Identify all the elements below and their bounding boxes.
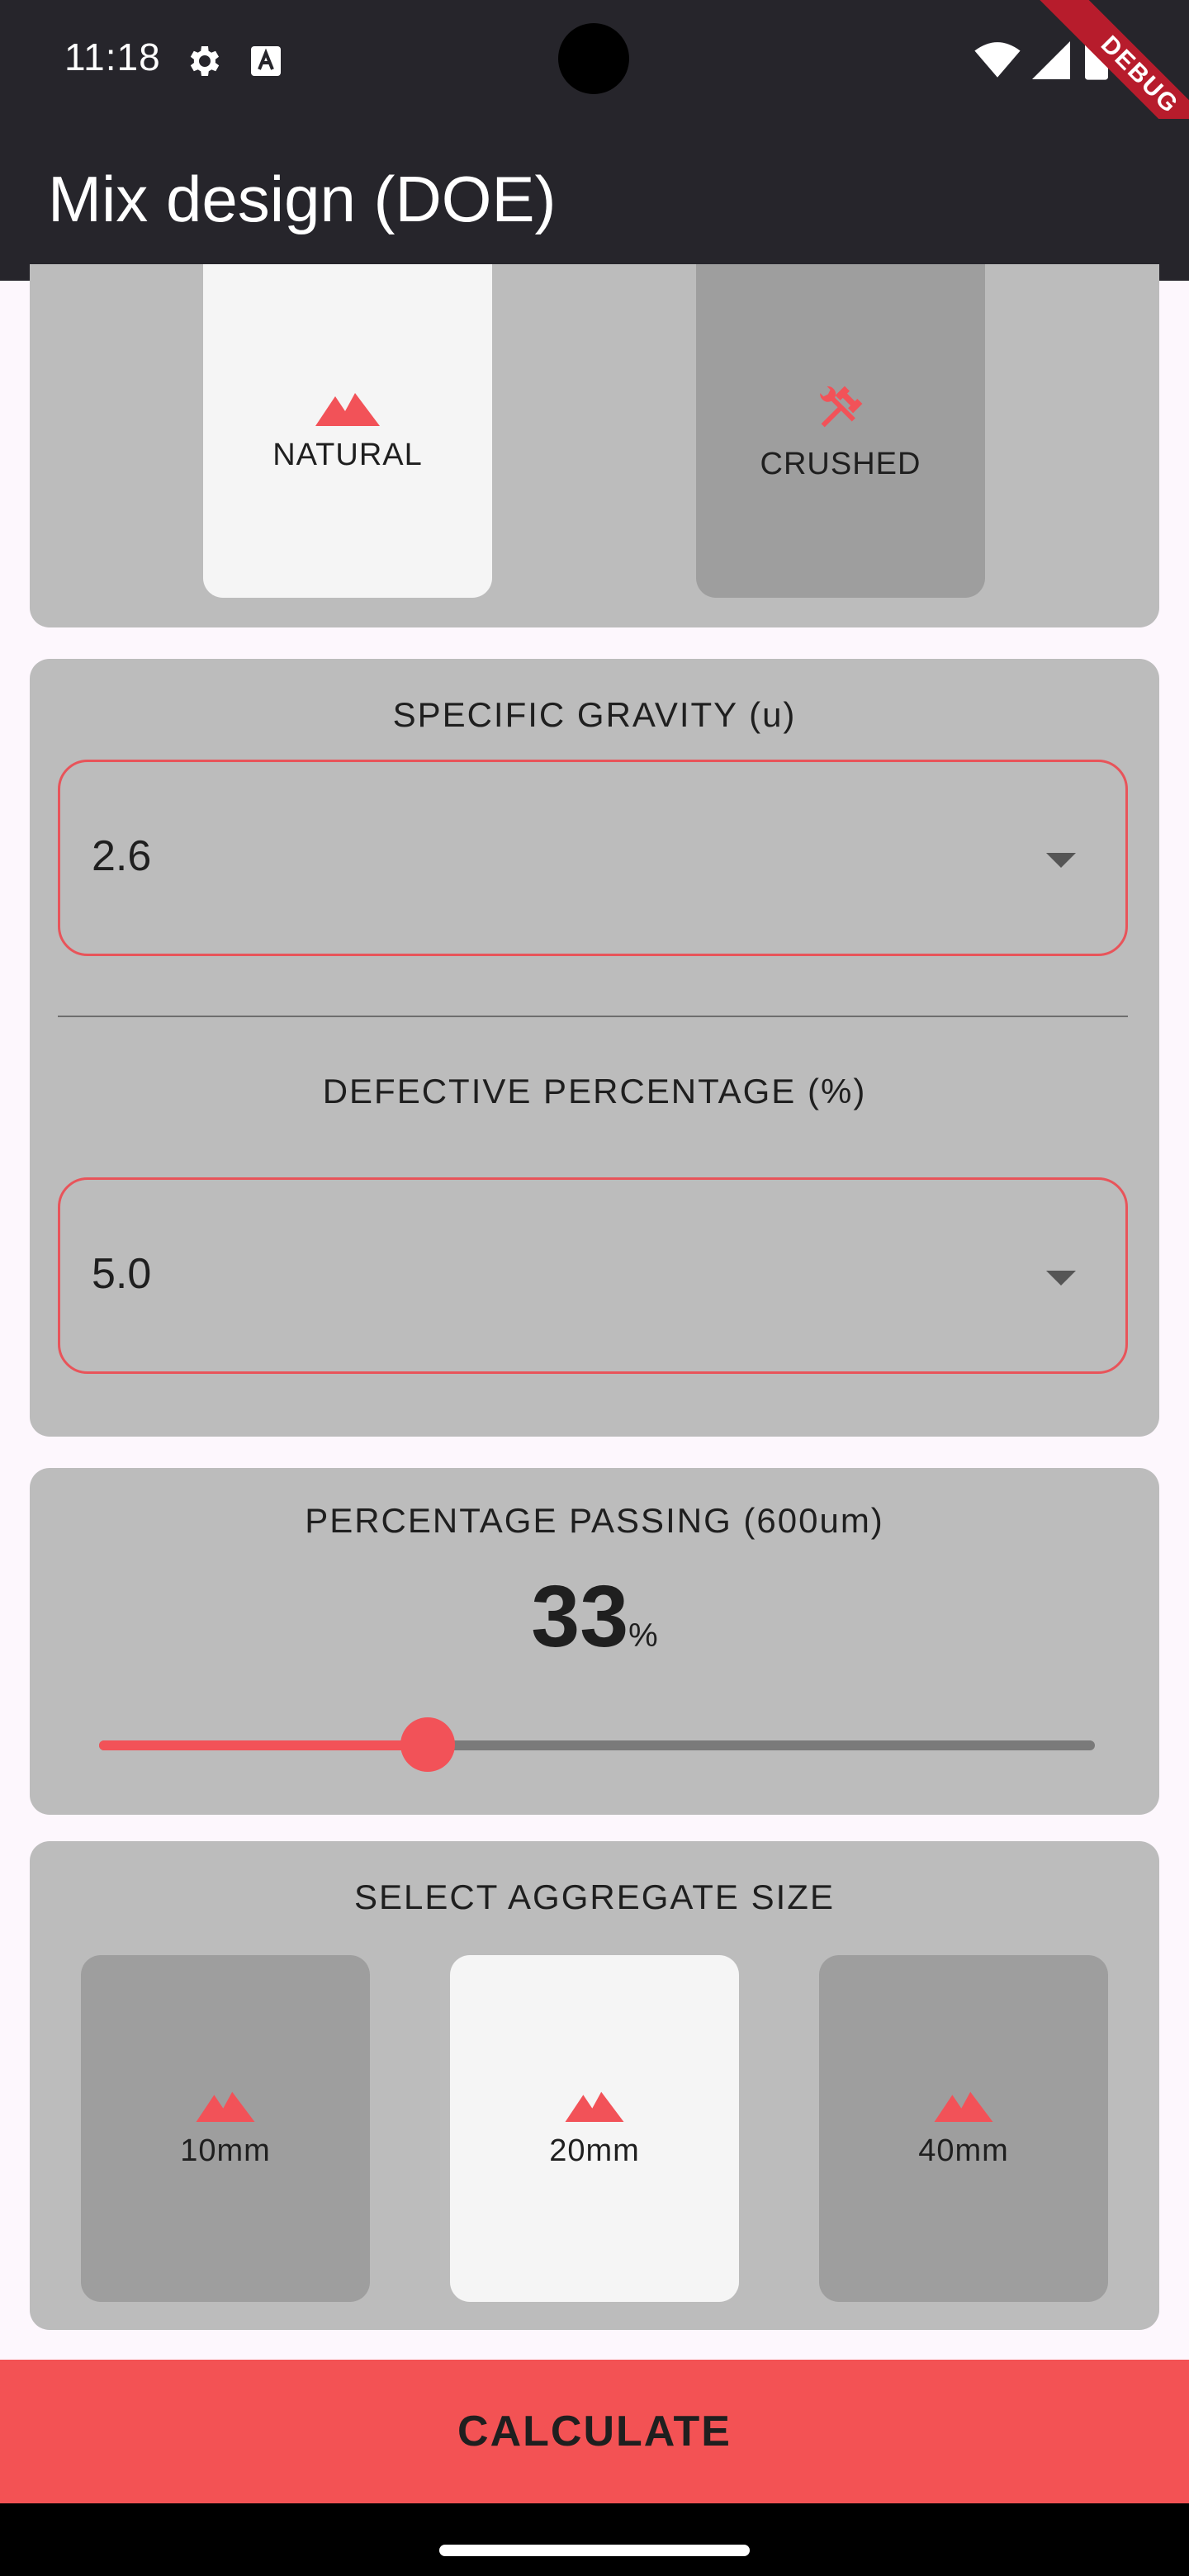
aggregate-type-card: NATURAL CRUSHED: [30, 264, 1159, 627]
defective-percentage-title: DEFECTIVE PERCENTAGE (%): [322, 1072, 867, 1110]
percentage-passing-unit: %: [628, 1617, 658, 1654]
defective-percentage-dropdown[interactable]: 5.0: [58, 1177, 1128, 1374]
size-option-20mm[interactable]: 20mm: [450, 1955, 739, 2302]
specific-gravity-value: 2.6: [92, 832, 152, 880]
specific-gravity-dropdown[interactable]: 2.6: [58, 760, 1128, 956]
mountain-icon: [934, 2091, 993, 2122]
home-gesture-handle[interactable]: [439, 2545, 750, 2556]
percentage-passing-card: PERCENTAGE PASSING (600um) 33%: [30, 1468, 1159, 1815]
size-option-10mm[interactable]: 10mm: [81, 1955, 370, 2302]
front-camera: [558, 23, 629, 94]
caret-down-icon: [1046, 1271, 1076, 1286]
percentage-passing-slider[interactable]: [99, 1717, 1095, 1772]
status-bar: 11:18 DEBUG: [0, 0, 1189, 182]
system-navigation-bar: [0, 2503, 1189, 2576]
natural-label: NATURAL: [272, 437, 423, 472]
size-label: 40mm: [918, 2133, 1009, 2168]
app-bar: Mix design (DOE): [0, 119, 1189, 281]
caret-down-icon: [1046, 853, 1076, 868]
material-properties-card: SPECIFIC GRAVITY (u) 2.6 DEFECTIVE PERCE…: [30, 659, 1159, 1437]
status-time: 11:18: [64, 36, 161, 78]
size-label: 10mm: [180, 2133, 271, 2168]
gear-icon: [190, 46, 220, 76]
mountain-icon: [196, 2091, 255, 2122]
natural-option[interactable]: NATURAL: [203, 264, 492, 598]
tools-icon: [820, 386, 863, 427]
page-title: Mix design (DOE): [48, 163, 557, 235]
size-label: 20mm: [549, 2133, 640, 2168]
percentage-passing-title: PERCENTAGE PASSING (600um): [305, 1501, 884, 1540]
aggregate-size-card: SELECT AGGREGATE SIZE 10mm 20mm 40mm: [30, 1841, 1159, 2330]
slider-active-track: [99, 1740, 428, 1750]
crushed-label: CRUSHED: [760, 446, 921, 481]
mountain-icon: [315, 392, 380, 426]
percentage-passing-value: 33: [531, 1568, 629, 1665]
aggregate-size-title: SELECT AGGREGATE SIZE: [354, 1878, 835, 1916]
crushed-option[interactable]: CRUSHED: [696, 264, 985, 598]
specific-gravity-title: SPECIFIC GRAVITY (u): [392, 695, 797, 734]
mountain-icon: [565, 2091, 624, 2122]
calculate-button[interactable]: CALCULATE: [0, 2360, 1189, 2503]
defective-percentage-value: 5.0: [92, 1250, 152, 1298]
font-a-icon: [251, 46, 281, 76]
slider-thumb[interactable]: [400, 1717, 455, 1772]
divider: [58, 1016, 1128, 1017]
size-option-40mm[interactable]: 40mm: [819, 1955, 1108, 2302]
percentage-passing-readout: 33%: [30, 1567, 1159, 1667]
